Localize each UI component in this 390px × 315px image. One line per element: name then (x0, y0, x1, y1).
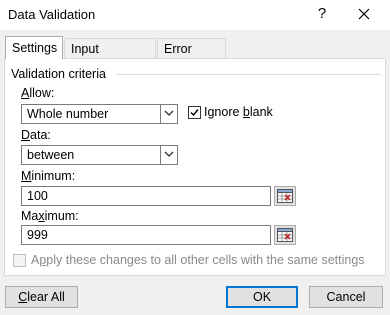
close-icon (358, 8, 370, 20)
chevron-down-icon (164, 151, 174, 157)
data-label: Data: (21, 128, 51, 142)
allow-value: Whole number (27, 107, 109, 121)
ok-button[interactable]: OK (226, 286, 298, 308)
data-dropdown-button[interactable] (160, 146, 177, 164)
allow-label: Allow: (21, 86, 55, 100)
maximum-range-selector-button[interactable] (274, 225, 296, 245)
allow-dropdown-button[interactable] (160, 105, 177, 123)
tab-error-alert[interactable]: Error Alert (157, 38, 226, 76)
data-select[interactable]: between (21, 145, 178, 165)
range-selector-icon (277, 228, 293, 242)
validation-criteria-heading: Validation criteria (11, 67, 106, 81)
window-title: Data Validation (8, 7, 96, 22)
minimum-value: 100 (27, 189, 48, 203)
ignore-blank-label[interactable]: Ignore blank (204, 105, 273, 119)
maximum-input[interactable]: 999 (21, 225, 271, 245)
checkmark-icon (190, 109, 199, 117)
allow-select[interactable]: Whole number (21, 104, 178, 124)
minimum-label: Minimum: (21, 169, 76, 183)
cancel-button[interactable]: Cancel (309, 286, 383, 308)
clear-all-button[interactable]: Clear All (5, 286, 78, 308)
tab-input-message[interactable]: Input Message (64, 38, 156, 76)
maximum-label: Maximum: (21, 209, 79, 223)
help-button[interactable]: ? (312, 4, 332, 24)
tab-settings[interactable]: Settings (5, 36, 63, 59)
apply-to-all-label[interactable]: Apply these changes to all other cells w… (31, 253, 365, 267)
group-divider (116, 74, 381, 75)
close-button[interactable] (353, 3, 375, 25)
range-selector-icon (277, 189, 293, 203)
maximum-value: 999 (27, 228, 48, 242)
data-value: between (27, 148, 75, 162)
minimum-input[interactable]: 100 (21, 186, 271, 206)
minimum-range-selector-button[interactable] (274, 186, 296, 206)
chevron-down-icon (164, 110, 174, 116)
ignore-blank-checkbox[interactable] (188, 106, 201, 119)
apply-to-all-checkbox[interactable] (13, 254, 26, 267)
